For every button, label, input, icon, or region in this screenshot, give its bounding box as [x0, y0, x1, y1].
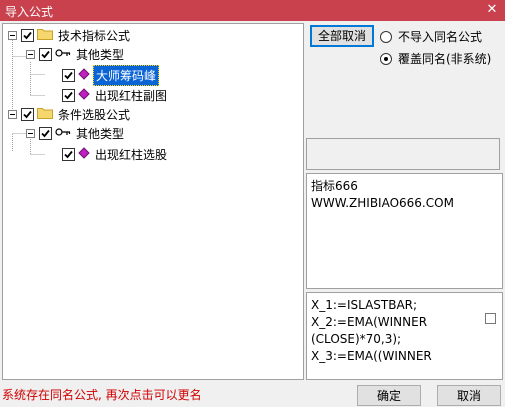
- tree-node-label: 出现红柱选股: [95, 147, 168, 162]
- diamond-formula-icon: [78, 146, 90, 162]
- tree-checkbox[interactable]: [39, 126, 52, 140]
- tree-node-other-types-2[interactable]: 其他类型: [26, 124, 126, 142]
- tree-checkbox[interactable]: [21, 28, 34, 42]
- tree-checkbox[interactable]: [62, 68, 75, 82]
- radio-label: 覆盖同名(非系统): [398, 52, 492, 66]
- title-bar: 导入公式 ✕: [0, 0, 505, 21]
- tree-node-label: 技术指标公式: [58, 28, 131, 43]
- description-text: 指标666 WWW.ZHIBIAO666.COM: [311, 178, 454, 212]
- tree-checkbox[interactable]: [62, 147, 75, 161]
- code-line: X_1:=ISLASTBAR;: [311, 298, 418, 312]
- radio-no-import[interactable]: 不导入同名公式: [380, 28, 482, 45]
- select-all-button[interactable]: 全部取消: [310, 25, 374, 47]
- tree-node-other-types[interactable]: 其他类型: [26, 45, 126, 63]
- tree-node-formula-red-bar-subchart[interactable]: 出现红柱副图: [62, 86, 169, 104]
- code-text: X_1:=ISLASTBAR; X_2:=EMA(WINNER (CLOSE)*70…: [311, 297, 432, 365]
- code-line: X_2:=EMA(WINNER: [311, 315, 428, 329]
- key-icon: [55, 126, 71, 140]
- status-message: 系统存在同名公式, 再次点击可以更名: [2, 388, 202, 402]
- empty-panel: [306, 138, 500, 170]
- radio-overwrite[interactable]: 覆盖同名(非系统): [380, 50, 491, 67]
- radio-label: 不导入同名公式: [398, 30, 483, 44]
- tree-checkbox[interactable]: [39, 47, 52, 61]
- code-line: X_3:=EMA((WINNER: [311, 349, 432, 363]
- collapse-icon[interactable]: [8, 109, 17, 119]
- description-line: WWW.ZHIBIAO666.COM: [311, 196, 454, 210]
- folder-icon: [37, 27, 53, 43]
- scroll-checkbox[interactable]: [485, 313, 496, 324]
- collapse-icon[interactable]: [26, 49, 35, 59]
- diamond-formula-icon: [78, 67, 90, 83]
- tree-node-label: 大师筹码峰: [93, 64, 160, 86]
- description-panel: 指标666 WWW.ZHIBIAO666.COM: [306, 173, 503, 289]
- close-icon[interactable]: ✕: [485, 2, 499, 18]
- code-line: (CLOSE)*70,3);: [311, 332, 402, 346]
- diamond-formula-icon: [78, 87, 90, 103]
- tree-node-formula-master-chips[interactable]: 大师筹码峰: [62, 64, 160, 86]
- tree-node-technical-formulas[interactable]: 技术指标公式: [8, 26, 132, 44]
- tree-node-label: 出现红柱副图: [95, 88, 168, 103]
- key-icon: [55, 47, 71, 61]
- description-line: 指标666: [311, 179, 358, 193]
- window-title: 导入公式: [5, 5, 54, 19]
- tree-node-label: 条件选股公式: [58, 107, 131, 122]
- collapse-icon[interactable]: [8, 30, 17, 40]
- collapse-icon[interactable]: [26, 128, 35, 138]
- cancel-button[interactable]: 取消: [437, 385, 501, 406]
- tree-node-formula-red-bar-selection[interactable]: 出现红柱选股: [62, 145, 169, 163]
- ok-button[interactable]: 确定: [357, 385, 421, 406]
- tree-checkbox[interactable]: [62, 88, 75, 102]
- tree-node-label: 其他类型: [76, 47, 125, 62]
- folder-icon: [37, 106, 53, 122]
- radio-button[interactable]: [380, 30, 392, 43]
- radio-button[interactable]: [380, 52, 392, 65]
- formula-tree[interactable]: 技术指标公式 其他类型 大师筹码峰 出现红柱副图 条件选股公式 其他类型 出现红…: [2, 23, 304, 380]
- code-panel[interactable]: X_1:=ISLASTBAR; X_2:=EMA(WINNER (CLOSE)*70…: [306, 292, 503, 380]
- tree-checkbox[interactable]: [21, 107, 34, 121]
- tree-node-stock-selection-formulas[interactable]: 条件选股公式: [8, 105, 132, 123]
- tree-node-label: 其他类型: [76, 126, 125, 141]
